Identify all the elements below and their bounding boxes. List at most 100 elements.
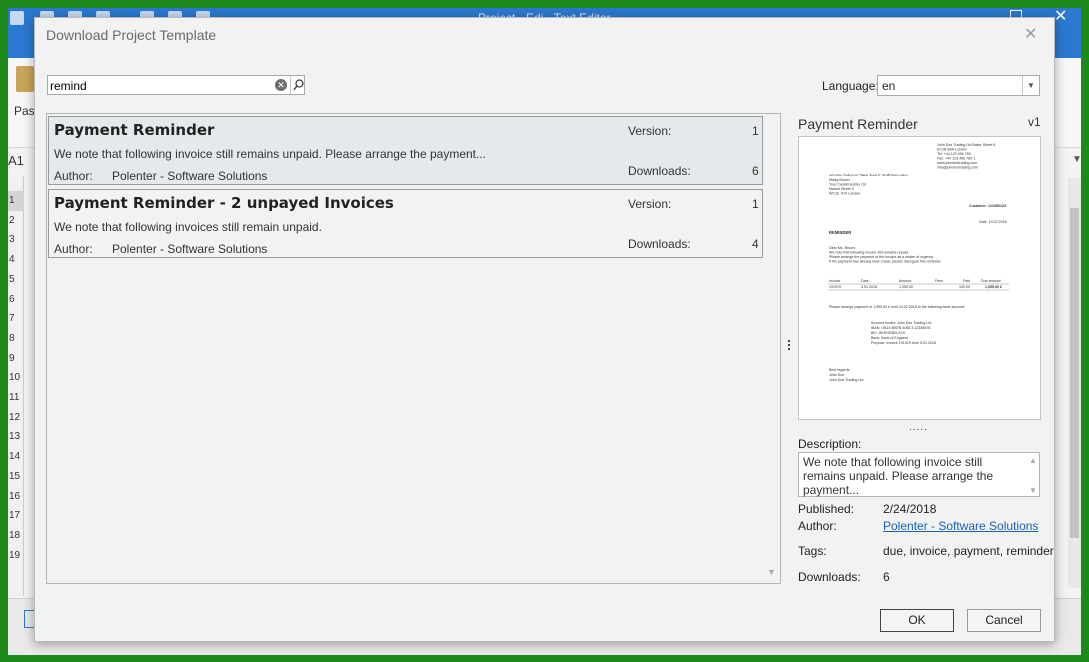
doc-sender-line: John Doe Trading Ltd Baker Street 8 (937, 143, 995, 147)
published-label: Published: (798, 502, 855, 516)
doc-table-cell: 191919 (829, 285, 841, 289)
download-template-dialog: Download Project Template ✕ ✕ Language: … (34, 17, 1055, 642)
template-author: Polenter - Software Solutions (112, 242, 268, 256)
doc-closing-line: John Doe (829, 373, 844, 377)
doc-recipient-line: Your Candid Hobby Ltd (829, 183, 866, 187)
template-downloads: 4 (752, 237, 759, 251)
row-number[interactable]: 15 (9, 471, 20, 482)
template-title: Payment Reminder (54, 121, 215, 139)
row-number[interactable]: 16 (9, 491, 20, 502)
preview-pager[interactable]: ..... (909, 422, 928, 433)
ok-button[interactable]: OK (880, 609, 954, 632)
description-text: We note that following invoice still rem… (803, 455, 994, 497)
scroll-down-icon[interactable]: ▼ (1029, 484, 1037, 498)
template-description: We note that following invoice still rem… (54, 147, 487, 161)
template-version: 1 (752, 197, 759, 211)
row-number[interactable]: 8 (9, 333, 15, 344)
row-number[interactable]: 3 (9, 234, 15, 245)
author-label: Author: (798, 519, 837, 533)
preview-version: v1 (1028, 115, 1041, 129)
template-downloads-label: Downloads: (628, 237, 691, 251)
row-number[interactable]: 12 (9, 412, 20, 423)
template-version-label: Version: (628, 124, 672, 138)
row-number[interactable]: 2 (9, 215, 15, 226)
doc-recipient-line: WC1E 7HX London (829, 192, 860, 196)
vertical-scrollbar-thumb[interactable] (1070, 208, 1079, 538)
doc-table-header: Amount (899, 279, 911, 283)
language-value: en (882, 79, 896, 93)
doc-table-cell: 1,055.00 (899, 285, 913, 289)
clear-search-icon[interactable]: ✕ (275, 79, 287, 91)
cancel-button[interactable]: Cancel (967, 609, 1041, 632)
doc-closing-line: Best regards (829, 368, 850, 372)
splitter-handle[interactable] (788, 340, 791, 354)
preview-document: John Doe Trading Ltd Baker Street 8 EC2B… (828, 143, 1009, 382)
description-box[interactable]: We note that following invoice still rem… (798, 452, 1040, 497)
row-number[interactable]: 5 (9, 274, 15, 285)
doc-table-header: Invoice (829, 279, 840, 283)
template-downloads-label: Downloads: (628, 164, 691, 178)
doc-table-header: Fees (935, 279, 943, 283)
doc-date: Date: 19.02.2018 (979, 220, 1007, 224)
doc-table-cell: 5.01.2018 (861, 285, 877, 289)
app-close-icon[interactable]: ✕ (1054, 8, 1067, 26)
row-number[interactable]: 17 (9, 510, 20, 521)
published-value: 2/24/2018 (883, 502, 937, 516)
doc-table-header: Paid (963, 279, 970, 283)
doc-body-line: If the payment has already been made, pl… (829, 260, 941, 264)
row-number[interactable]: 11 (9, 392, 19, 403)
formula-dropdown-icon[interactable]: ▼ (1072, 154, 1081, 165)
search-input[interactable] (50, 78, 268, 93)
doc-body-line: Please arrange the payment of the invoic… (829, 255, 934, 259)
template-author: Polenter - Software Solutions (112, 169, 268, 183)
template-author-label: Author: (54, 169, 93, 183)
doc-recipient-line: Maisy Brown (829, 178, 850, 182)
template-downloads: 6 (752, 164, 759, 178)
search-icon[interactable] (290, 76, 305, 94)
doc-recipient-line: John Doe Trading Ltd * Baker Street 8 * … (829, 173, 908, 177)
row-number[interactable]: 7 (9, 313, 15, 324)
template-list[interactable]: Payment Reminder We note that following … (46, 113, 781, 584)
tags-label: Tags: (798, 544, 827, 558)
preview-title: Payment Reminder (798, 116, 918, 132)
doc-bank-line: Bank: Bank of England (871, 336, 908, 340)
doc-bank-line: Purpose: Invoice 191919 from 5.01.2018 (871, 341, 936, 345)
template-title: Payment Reminder - 2 unpayed Invoices (54, 194, 394, 212)
close-icon[interactable]: ✕ (1024, 24, 1037, 44)
row-number[interactable]: 1 (9, 195, 15, 206)
row-number[interactable]: 10 (9, 372, 20, 383)
doc-body-line: Dear Ms. Brown, (829, 246, 856, 250)
doc-bank-line: BIC: BKENGB2LXXX (871, 331, 906, 335)
doc-recipient-line: Market Street 3 (829, 187, 854, 191)
doc-table-cell: 1,055,00 £ (985, 285, 1002, 289)
author-link[interactable]: Polenter - Software Solutions (883, 519, 1038, 533)
row-number[interactable]: 4 (9, 254, 15, 265)
row-number[interactable]: 19 (9, 550, 20, 561)
row-number[interactable]: 14 (9, 451, 20, 462)
language-select[interactable]: en ▼ (877, 75, 1040, 96)
doc-sender-line: EC2B 8AA London (937, 148, 967, 152)
description-label: Description: (798, 437, 862, 451)
template-item[interactable]: Payment Reminder We note that following … (48, 116, 763, 185)
row-number[interactable]: 9 (9, 353, 15, 364)
scroll-down-icon[interactable]: ▼ (767, 567, 776, 577)
doc-sender-line: Tel: +44 123 456 789 (937, 152, 971, 156)
template-version: 1 (752, 124, 759, 138)
doc-payment-note: Please arrange payment of 1,955,00 £ unt… (829, 305, 965, 309)
chevron-down-icon[interactable]: ▼ (1022, 76, 1039, 95)
doc-customer-no: Customer: 123456123 (969, 204, 1006, 208)
dialog-title: Download Project Template (46, 27, 217, 43)
doc-heading: REMINDER (829, 230, 851, 235)
doc-table-cell: 100,00 (959, 285, 970, 289)
paste-icon[interactable] (16, 66, 34, 92)
row-number[interactable]: 6 (9, 294, 15, 305)
language-label: Language: (822, 79, 879, 93)
template-item[interactable]: Payment Reminder - 2 unpayed Invoices We… (48, 189, 763, 258)
scroll-up-icon[interactable]: ▲ (1029, 454, 1037, 468)
row-number[interactable]: 18 (9, 530, 20, 541)
template-version-label: Version: (628, 197, 672, 211)
template-preview-thumbnail[interactable]: John Doe Trading Ltd Baker Street 8 EC2B… (798, 136, 1041, 420)
row-number[interactable]: 13 (9, 431, 20, 442)
tags-value: due, invoice, payment, reminder (883, 544, 1054, 558)
namebox[interactable]: A1 (8, 153, 24, 168)
